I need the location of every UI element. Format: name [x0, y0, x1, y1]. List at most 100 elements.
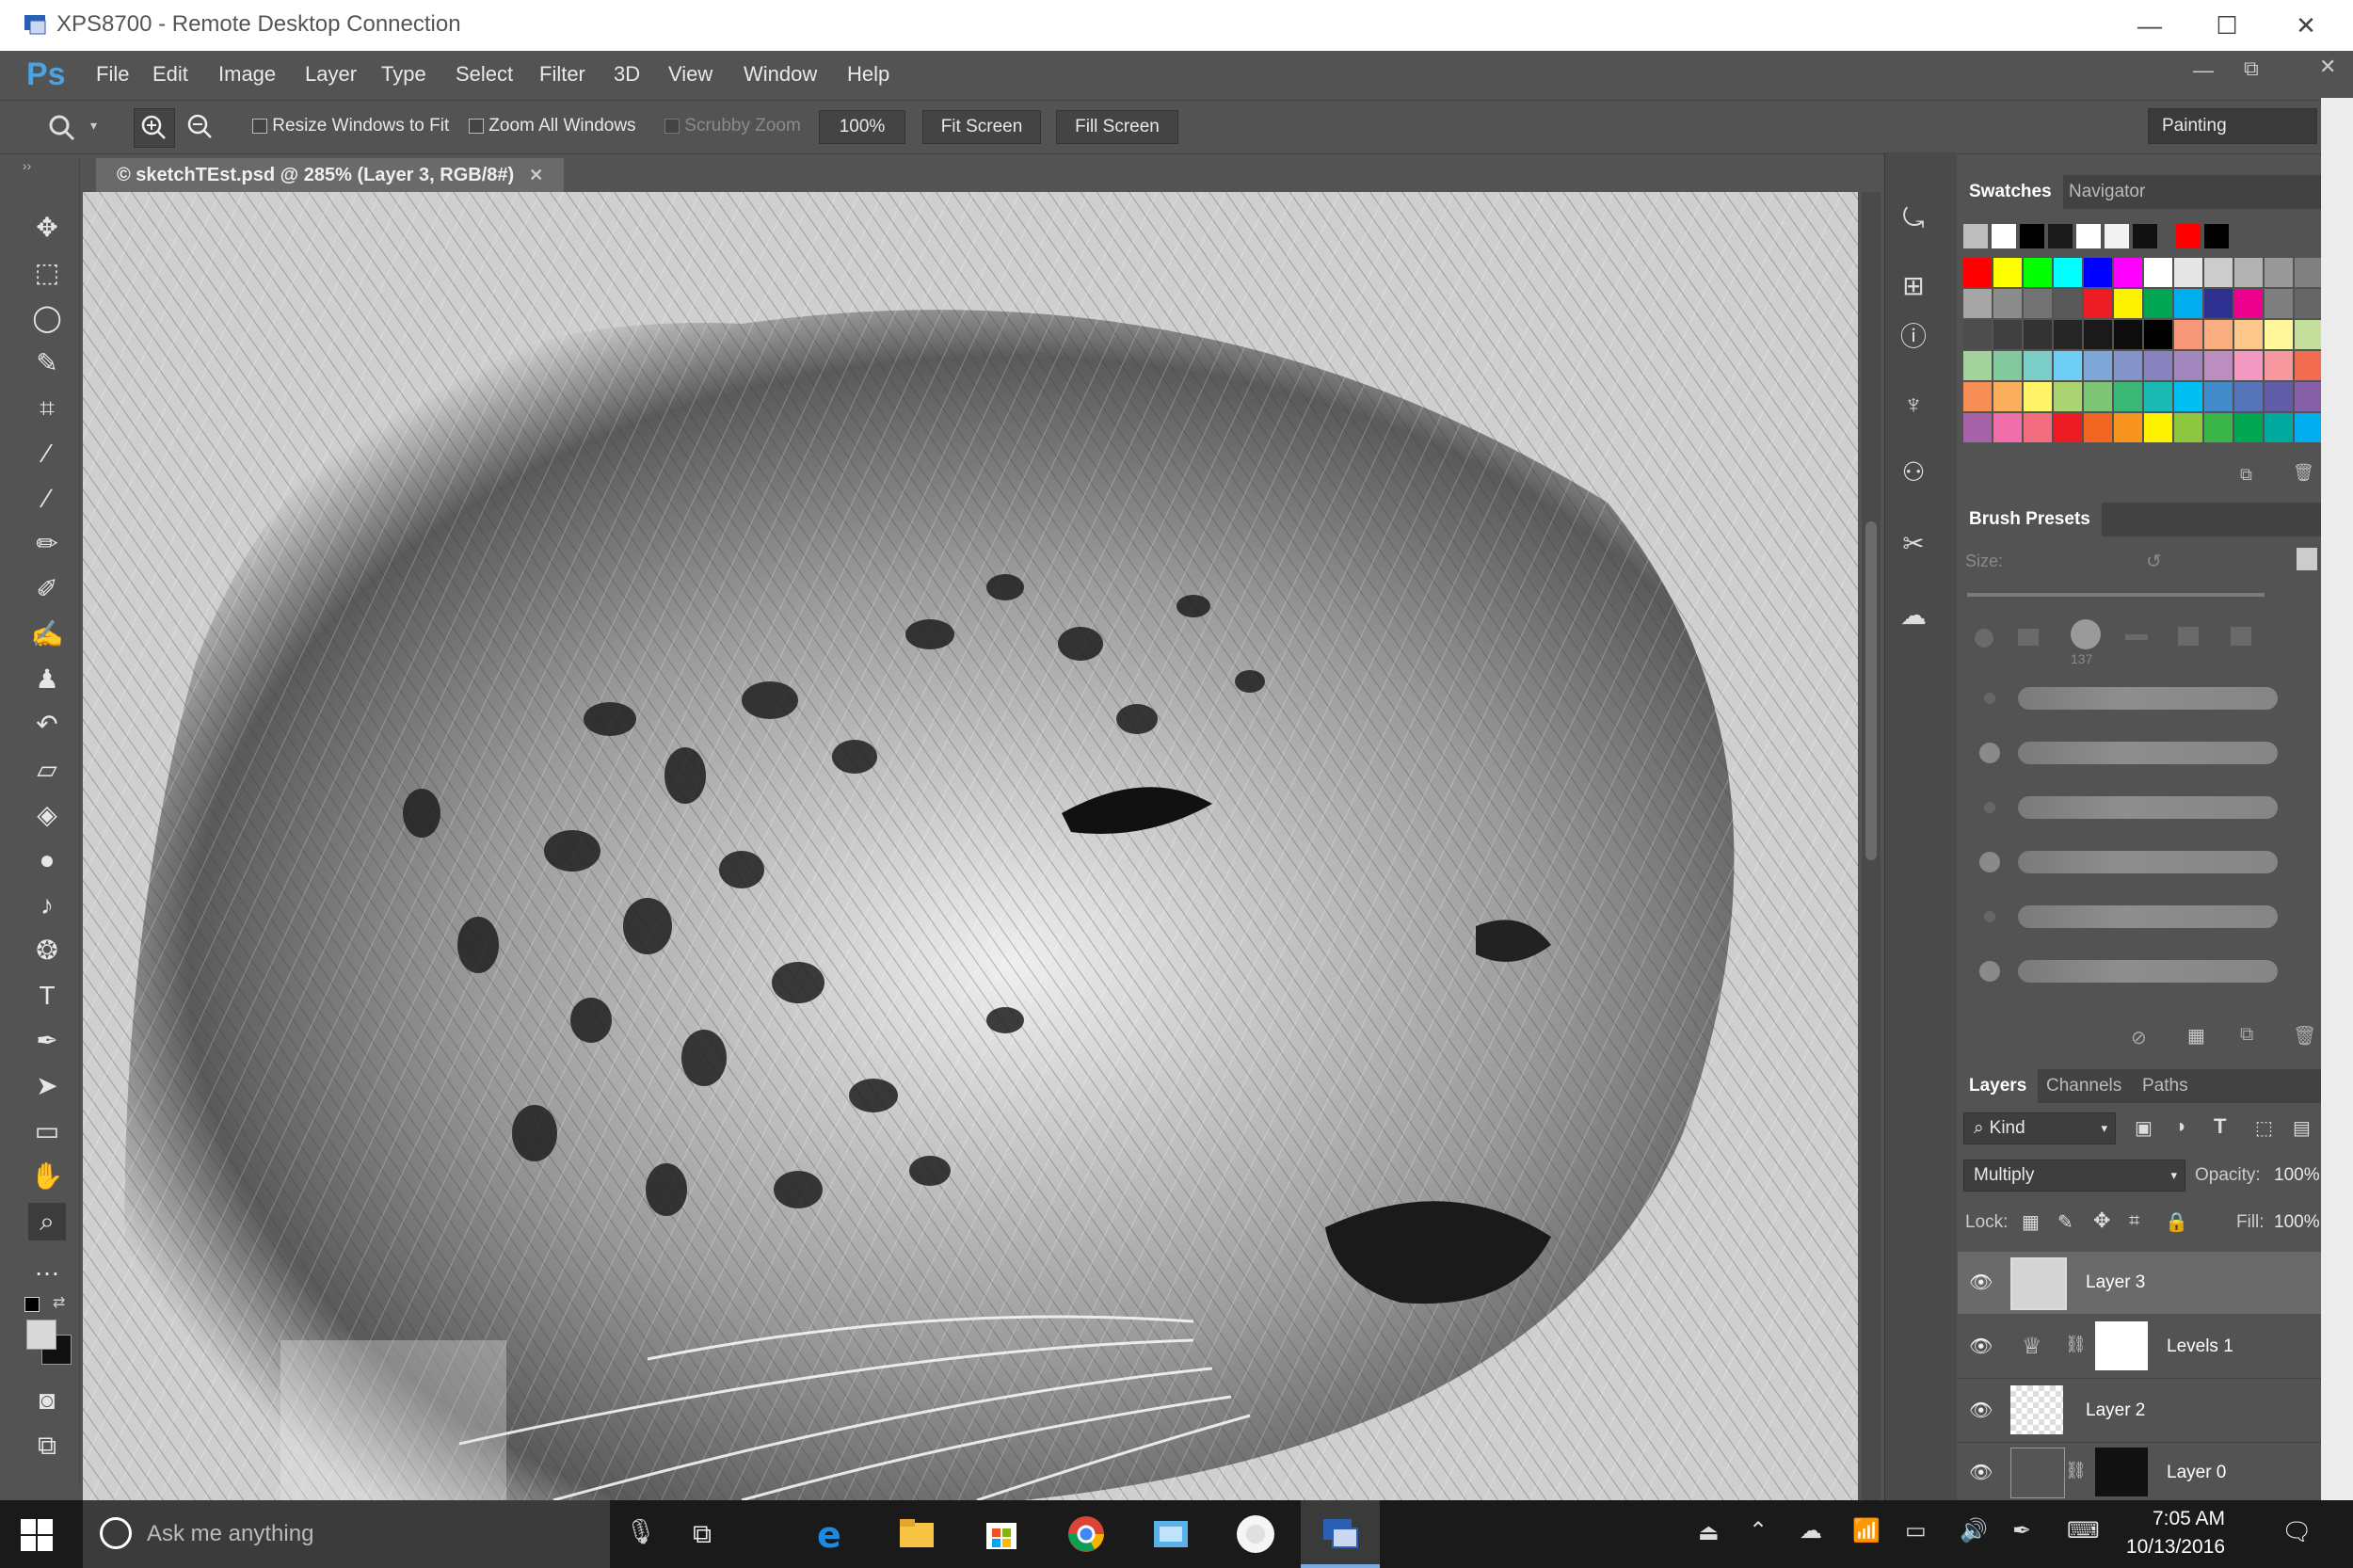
swatch[interactable]	[2084, 258, 2112, 287]
canvas-vertical-scrollbar[interactable]	[1862, 192, 1881, 1500]
swatch[interactable]	[2084, 289, 2112, 318]
battery-icon[interactable]: ▭	[1905, 1517, 1927, 1544]
brush-size-slider[interactable]	[1967, 593, 2265, 597]
recent-swatch[interactable]	[1963, 224, 1988, 248]
tab-navigator[interactable]: Navigator	[2057, 175, 2156, 209]
task-view-icon[interactable]: ⧉	[693, 1519, 712, 1550]
opacity-field[interactable]: 100%	[2274, 1165, 2320, 1186]
photo-app-icon[interactable]	[1150, 1513, 1192, 1555]
brush-preset-item[interactable]	[1958, 672, 2321, 725]
swatch[interactable]	[2174, 320, 2202, 349]
swatch[interactable]	[1963, 320, 1992, 349]
brush-preset-item[interactable]	[1958, 781, 2321, 834]
lock-pixels-icon[interactable]: ✎	[2057, 1210, 2073, 1234]
zoom-all-option[interactable]: Zoom All Windows	[469, 116, 636, 136]
link-icon[interactable]: ⛓	[2065, 1335, 2087, 1354]
recent-swatch[interactable]	[2176, 224, 2201, 248]
fill-field[interactable]: 100%	[2274, 1212, 2320, 1233]
eye-icon[interactable]: 👁	[1969, 1399, 1993, 1422]
layer-row[interactable]: 👁 Layer 2	[1958, 1380, 2321, 1443]
swatch[interactable]	[2204, 413, 2233, 442]
layer-filter-select[interactable]: ⌕ Kind ▾	[1963, 1112, 2116, 1144]
document-canvas[interactable]	[83, 192, 1858, 1500]
swatch[interactable]	[1993, 413, 2022, 442]
recent-swatch[interactable]	[2048, 224, 2073, 248]
menu-3d[interactable]: 3D	[614, 62, 640, 87]
properties-panel-icon[interactable]: ⊞	[1897, 269, 1930, 303]
swatch[interactable]	[2234, 351, 2263, 380]
lasso-tool-icon[interactable]: ◯	[28, 299, 66, 337]
chrome-icon[interactable]	[1065, 1513, 1107, 1555]
libraries-panel-icon[interactable]: ☁	[1897, 599, 1930, 632]
clone-stamp-tool-icon[interactable]: ♟	[28, 661, 66, 698]
pen-icon[interactable]: ✒	[2012, 1517, 2031, 1544]
swatch[interactable]	[2204, 320, 2233, 349]
show-hidden-icons-icon[interactable]: ⌃	[1749, 1517, 1768, 1544]
menu-select[interactable]: Select	[456, 62, 513, 87]
eyedropper-tool-icon[interactable]: ⁄	[28, 435, 66, 472]
swatch[interactable]	[2295, 258, 2323, 287]
dodge-tool-icon[interactable]: ♪	[28, 887, 66, 924]
fit-screen-button[interactable]: Fit Screen	[922, 110, 1041, 144]
swatch[interactable]	[2295, 382, 2323, 411]
rectangle-tool-icon[interactable]: ▭	[28, 1112, 66, 1150]
swatch[interactable]	[2174, 258, 2202, 287]
zoom-tool-sidebar-icon[interactable]: ⌕	[28, 1203, 66, 1240]
rdp-vertical-scrollbar[interactable]	[2321, 98, 2353, 1500]
brush-panel-menu-icon[interactable]	[2297, 548, 2317, 570]
path-selection-tool-icon[interactable]: ➤	[28, 1067, 66, 1105]
recent-swatch[interactable]	[2133, 224, 2157, 248]
swatch[interactable]	[2054, 413, 2082, 442]
more-tools-icon[interactable]: …	[28, 1248, 66, 1286]
swatch[interactable]	[2234, 382, 2263, 411]
volume-icon[interactable]: 🔊	[1960, 1517, 1988, 1544]
cortana-search-box[interactable]: Ask me anything 🎙	[83, 1500, 656, 1568]
menu-file[interactable]: File	[96, 62, 129, 87]
link-icon[interactable]: ⛓	[2065, 1461, 2087, 1480]
eye-icon[interactable]: 👁	[1969, 1271, 1993, 1294]
swatch[interactable]	[2295, 351, 2323, 380]
menu-layer[interactable]: Layer	[305, 62, 357, 87]
eye-icon[interactable]: 👁	[1969, 1461, 1993, 1484]
swatch[interactable]	[2265, 382, 2293, 411]
zoom-out-button[interactable]	[181, 108, 220, 146]
marquee-tool-icon[interactable]: ⬚	[28, 254, 66, 292]
swatch[interactable]	[1963, 413, 1992, 442]
quick-mask-icon[interactable]: ◙	[28, 1382, 66, 1419]
tool-presets-panel-icon[interactable]: ✂	[1897, 527, 1930, 561]
pencil-tool-icon[interactable]: ✏	[28, 525, 66, 563]
tab-swatches[interactable]: Swatches	[1958, 175, 2063, 209]
doc-minimize-button[interactable]: —	[2193, 58, 2214, 83]
swatch[interactable]	[2144, 289, 2172, 318]
blend-mode-select[interactable]: Multiply ▾	[1963, 1160, 2185, 1192]
brush-tip-flat[interactable]	[2125, 634, 2148, 640]
brush-tip-spray[interactable]	[2231, 627, 2251, 646]
history-panel-icon[interactable]: ⤿	[1897, 201, 1930, 235]
filter-smart-object-icon[interactable]: ▤	[2293, 1116, 2311, 1140]
recent-swatch[interactable]	[2105, 224, 2129, 248]
usb-icon[interactable]: ⏏	[1698, 1519, 1720, 1546]
swatch[interactable]	[2024, 289, 2052, 318]
swatch[interactable]	[2084, 351, 2112, 380]
tab-paths[interactable]: Paths	[2131, 1069, 2200, 1103]
eye-icon[interactable]: 👁	[1969, 1335, 1993, 1358]
tab-layers[interactable]: Layers	[1958, 1069, 2039, 1103]
onedrive-icon[interactable]: ☁	[1800, 1517, 1822, 1544]
swatch[interactable]	[2295, 320, 2323, 349]
lock-position-icon[interactable]: ✥	[2093, 1208, 2110, 1233]
hand-tool-icon[interactable]: ✋	[28, 1158, 66, 1195]
brush-preset-item[interactable]	[1958, 890, 2321, 943]
document-close-icon[interactable]: ✕	[529, 166, 543, 185]
swatch[interactable]	[2114, 382, 2142, 411]
swatch[interactable]	[2234, 413, 2263, 442]
swatch[interactable]	[2295, 413, 2323, 442]
brush-tip-hard-round[interactable]	[1975, 629, 1993, 648]
swatch[interactable]	[2084, 382, 2112, 411]
screen-mode-icon[interactable]: ⧉	[28, 1427, 66, 1464]
swatch[interactable]	[1993, 258, 2022, 287]
brush-tip-chalk[interactable]	[2178, 627, 2199, 646]
swatch[interactable]	[2265, 351, 2293, 380]
swatch[interactable]	[2234, 289, 2263, 318]
zoom-in-button[interactable]	[134, 108, 175, 148]
minimize-button[interactable]: —	[2112, 4, 2187, 47]
